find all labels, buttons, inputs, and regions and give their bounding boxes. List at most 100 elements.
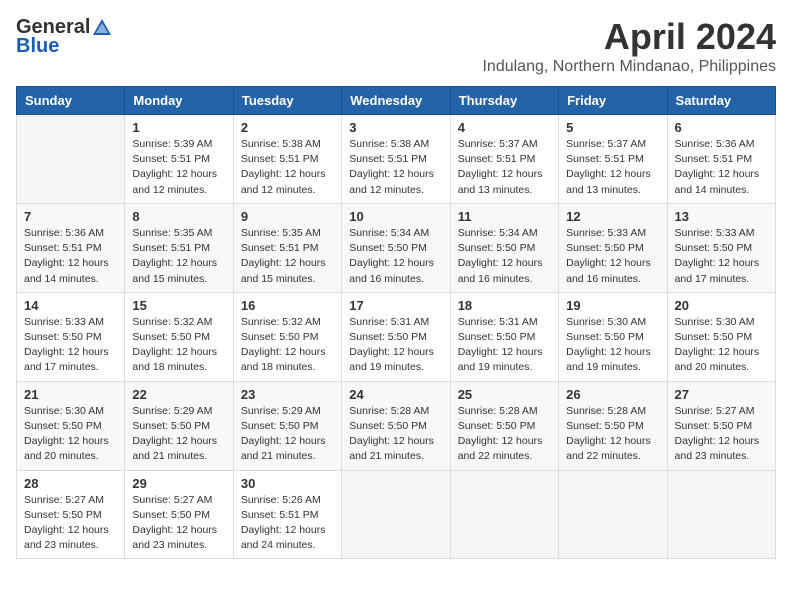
day-number: 12	[566, 209, 659, 224]
day-cell: 20 Sunrise: 5:30 AM Sunset: 5:50 PM Dayli…	[667, 292, 775, 381]
day-cell: 28 Sunrise: 5:27 AM Sunset: 5:50 PM Dayli…	[17, 470, 125, 559]
day-info: Sunrise: 5:33 AM Sunset: 5:50 PM Dayligh…	[566, 226, 659, 287]
day-number: 17	[349, 298, 442, 313]
week-row-4: 21 Sunrise: 5:30 AM Sunset: 5:50 PM Dayli…	[17, 381, 776, 470]
day-info: Sunrise: 5:32 AM Sunset: 5:50 PM Dayligh…	[241, 315, 334, 376]
title-area: April 2024 Indulang, Northern Mindanao, …	[482, 16, 776, 76]
day-number: 24	[349, 387, 442, 402]
day-number: 29	[132, 476, 225, 491]
day-info: Sunrise: 5:27 AM Sunset: 5:50 PM Dayligh…	[24, 493, 117, 554]
day-info: Sunrise: 5:36 AM Sunset: 5:51 PM Dayligh…	[675, 137, 768, 198]
day-info: Sunrise: 5:30 AM Sunset: 5:50 PM Dayligh…	[24, 404, 117, 465]
day-number: 19	[566, 298, 659, 313]
day-number: 15	[132, 298, 225, 313]
day-cell	[450, 470, 558, 559]
day-number: 5	[566, 120, 659, 135]
day-number: 9	[241, 209, 334, 224]
day-info: Sunrise: 5:36 AM Sunset: 5:51 PM Dayligh…	[24, 226, 117, 287]
day-cell: 25 Sunrise: 5:28 AM Sunset: 5:50 PM Dayli…	[450, 381, 558, 470]
day-info: Sunrise: 5:31 AM Sunset: 5:50 PM Dayligh…	[349, 315, 442, 376]
day-info: Sunrise: 5:32 AM Sunset: 5:50 PM Dayligh…	[132, 315, 225, 376]
day-info: Sunrise: 5:38 AM Sunset: 5:51 PM Dayligh…	[241, 137, 334, 198]
week-row-5: 28 Sunrise: 5:27 AM Sunset: 5:50 PM Dayli…	[17, 470, 776, 559]
day-cell: 5Sunrise: 5:37 AM Sunset: 5:51 PM Daylig…	[559, 115, 667, 204]
day-cell: 15 Sunrise: 5:32 AM Sunset: 5:50 PM Dayli…	[125, 292, 233, 381]
day-info: Sunrise: 5:28 AM Sunset: 5:50 PM Dayligh…	[566, 404, 659, 465]
header-sunday: Sunday	[17, 87, 125, 115]
day-number: 11	[458, 209, 551, 224]
day-cell: 21 Sunrise: 5:30 AM Sunset: 5:50 PM Dayli…	[17, 381, 125, 470]
day-info: Sunrise: 5:30 AM Sunset: 5:50 PM Dayligh…	[566, 315, 659, 376]
day-cell: 14 Sunrise: 5:33 AM Sunset: 5:50 PM Dayli…	[17, 292, 125, 381]
day-info: Sunrise: 5:29 AM Sunset: 5:50 PM Dayligh…	[241, 404, 334, 465]
day-info: Sunrise: 5:31 AM Sunset: 5:50 PM Dayligh…	[458, 315, 551, 376]
location-title: Indulang, Northern Mindanao, Philippines	[482, 58, 776, 76]
day-info: Sunrise: 5:34 AM Sunset: 5:50 PM Dayligh…	[458, 226, 551, 287]
day-number: 18	[458, 298, 551, 313]
day-cell: 27 Sunrise: 5:27 AM Sunset: 5:50 PM Dayli…	[667, 381, 775, 470]
day-number: 14	[24, 298, 117, 313]
day-info: Sunrise: 5:28 AM Sunset: 5:50 PM Dayligh…	[458, 404, 551, 465]
day-cell: 4Sunrise: 5:37 AM Sunset: 5:51 PM Daylig…	[450, 115, 558, 204]
day-number: 16	[241, 298, 334, 313]
day-info: Sunrise: 5:27 AM Sunset: 5:50 PM Dayligh…	[675, 404, 768, 465]
day-info: Sunrise: 5:27 AM Sunset: 5:50 PM Dayligh…	[132, 493, 225, 554]
day-info: Sunrise: 5:39 AM Sunset: 5:51 PM Dayligh…	[132, 137, 225, 198]
day-number: 1	[132, 120, 225, 135]
header-monday: Monday	[125, 87, 233, 115]
day-cell: 19 Sunrise: 5:30 AM Sunset: 5:50 PM Dayli…	[559, 292, 667, 381]
day-cell: 18 Sunrise: 5:31 AM Sunset: 5:50 PM Dayli…	[450, 292, 558, 381]
day-number: 20	[675, 298, 768, 313]
day-cell: 6 Sunrise: 5:36 AM Sunset: 5:51 PM Daylig…	[667, 115, 775, 204]
day-cell: 13Sunrise: 5:33 AM Sunset: 5:50 PM Dayli…	[667, 203, 775, 292]
day-number: 2	[241, 120, 334, 135]
logo: General Blue	[16, 16, 114, 58]
day-cell: 9 Sunrise: 5:35 AM Sunset: 5:51 PM Daylig…	[233, 203, 341, 292]
logo-blue: Blue	[16, 35, 59, 58]
day-info: Sunrise: 5:35 AM Sunset: 5:51 PM Dayligh…	[241, 226, 334, 287]
day-cell: 8Sunrise: 5:35 AM Sunset: 5:51 PM Daylig…	[125, 203, 233, 292]
day-info: Sunrise: 5:33 AM Sunset: 5:50 PM Dayligh…	[24, 315, 117, 376]
day-number: 22	[132, 387, 225, 402]
calendar-header-row: SundayMondayTuesdayWednesdayThursdayFrid…	[17, 87, 776, 115]
month-title: April 2024	[482, 16, 776, 58]
day-cell	[559, 470, 667, 559]
day-number: 25	[458, 387, 551, 402]
header-wednesday: Wednesday	[342, 87, 450, 115]
day-number: 23	[241, 387, 334, 402]
day-number: 6	[675, 120, 768, 135]
day-number: 21	[24, 387, 117, 402]
day-cell: 24Sunrise: 5:28 AM Sunset: 5:50 PM Dayli…	[342, 381, 450, 470]
day-cell: 1 Sunrise: 5:39 AM Sunset: 5:51 PM Daylig…	[125, 115, 233, 204]
day-info: Sunrise: 5:26 AM Sunset: 5:51 PM Dayligh…	[241, 493, 334, 554]
day-number: 26	[566, 387, 659, 402]
day-info: Sunrise: 5:33 AM Sunset: 5:50 PM Dayligh…	[675, 226, 768, 287]
day-cell: 26 Sunrise: 5:28 AM Sunset: 5:50 PM Dayli…	[559, 381, 667, 470]
day-info: Sunrise: 5:29 AM Sunset: 5:50 PM Dayligh…	[132, 404, 225, 465]
day-info: Sunrise: 5:30 AM Sunset: 5:50 PM Dayligh…	[675, 315, 768, 376]
day-cell: 11 Sunrise: 5:34 AM Sunset: 5:50 PM Dayli…	[450, 203, 558, 292]
day-cell: 7 Sunrise: 5:36 AM Sunset: 5:51 PM Daylig…	[17, 203, 125, 292]
header-tuesday: Tuesday	[233, 87, 341, 115]
header-thursday: Thursday	[450, 87, 558, 115]
header-friday: Friday	[559, 87, 667, 115]
day-number: 30	[241, 476, 334, 491]
day-info: Sunrise: 5:34 AM Sunset: 5:50 PM Dayligh…	[349, 226, 442, 287]
day-number: 7	[24, 209, 117, 224]
day-cell	[17, 115, 125, 204]
day-number: 27	[675, 387, 768, 402]
logo-icon	[91, 17, 113, 39]
day-cell: 12 Sunrise: 5:33 AM Sunset: 5:50 PM Dayli…	[559, 203, 667, 292]
day-cell: 3Sunrise: 5:38 AM Sunset: 5:51 PM Daylig…	[342, 115, 450, 204]
day-cell: 23 Sunrise: 5:29 AM Sunset: 5:50 PM Dayli…	[233, 381, 341, 470]
day-number: 28	[24, 476, 117, 491]
header: General Blue April 2024 Indulang, Northe…	[16, 16, 776, 76]
day-cell: 16 Sunrise: 5:32 AM Sunset: 5:50 PM Dayli…	[233, 292, 341, 381]
day-number: 4	[458, 120, 551, 135]
day-cell: 29 Sunrise: 5:27 AM Sunset: 5:50 PM Dayli…	[125, 470, 233, 559]
day-number: 10	[349, 209, 442, 224]
day-cell: 30 Sunrise: 5:26 AM Sunset: 5:51 PM Dayli…	[233, 470, 341, 559]
day-cell: 22 Sunrise: 5:29 AM Sunset: 5:50 PM Dayli…	[125, 381, 233, 470]
day-cell: 17 Sunrise: 5:31 AM Sunset: 5:50 PM Dayli…	[342, 292, 450, 381]
day-info: Sunrise: 5:35 AM Sunset: 5:51 PM Dayligh…	[132, 226, 225, 287]
